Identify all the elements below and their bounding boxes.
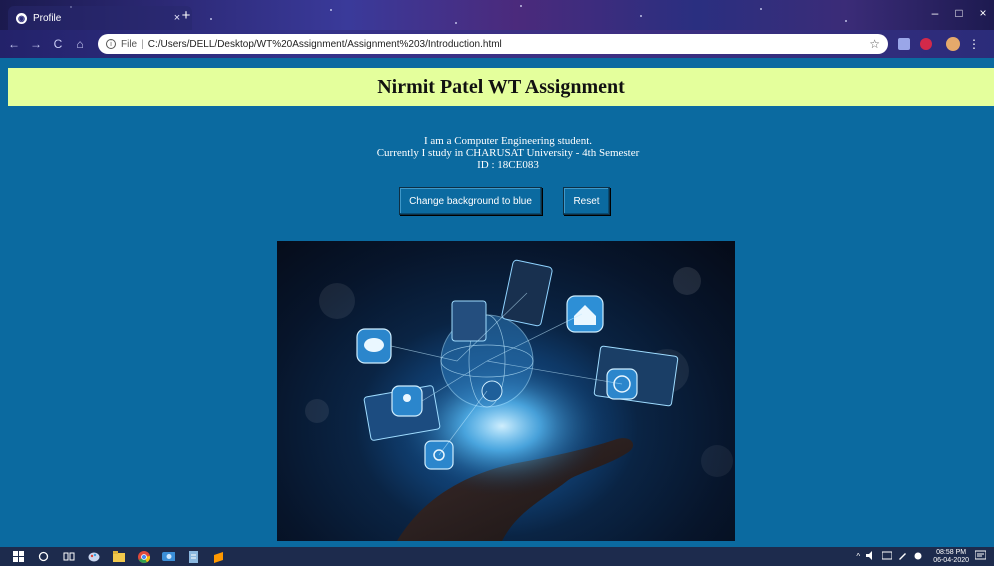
notepad-icon[interactable] xyxy=(187,550,200,563)
tray-caret-icon[interactable]: ^ xyxy=(856,552,860,561)
task-view-icon[interactable] xyxy=(62,550,75,563)
url-text[interactable]: C:/Users/DELL/Desktop/WT%20Assignment/As… xyxy=(148,39,870,50)
browser-tab-strip: ◉ Profile × + – □ × xyxy=(0,0,994,30)
url-scheme: File xyxy=(121,38,138,50)
reload-button[interactable]: C xyxy=(50,37,66,51)
chrome-icon: ◉ xyxy=(16,12,27,24)
clock-date: 06-04-2020 xyxy=(933,556,969,564)
window-close-button[interactable]: × xyxy=(972,6,994,20)
page-header: Nirmit Patel WT Assignment xyxy=(8,68,994,106)
pen-icon[interactable] xyxy=(898,551,907,562)
notifications-icon[interactable] xyxy=(974,550,987,563)
page-body: Nirmit Patel WT Assignment I am a Comput… xyxy=(0,58,994,547)
home-button[interactable]: ⌂ xyxy=(72,37,88,51)
photos-icon[interactable] xyxy=(162,550,175,563)
tab-title: Profile xyxy=(33,12,62,24)
tab-profile[interactable]: ◉ Profile × xyxy=(8,6,192,30)
info-icon[interactable]: i xyxy=(106,39,116,49)
profile-avatar[interactable] xyxy=(946,37,960,51)
chrome-icon[interactable] xyxy=(137,550,150,563)
url-separator: | xyxy=(141,38,144,50)
hero-image xyxy=(277,241,735,541)
forward-button[interactable]: → xyxy=(28,37,44,51)
clock[interactable]: 08:58 PM 06-04-2020 xyxy=(933,549,969,565)
onedrive-icon[interactable] xyxy=(913,552,923,562)
system-tray: ^ 08:58 PM 06-04-2020 xyxy=(850,547,987,566)
button-row: Change background to blue Reset xyxy=(0,187,994,215)
clock-time: 08:58 PM xyxy=(936,548,967,556)
extension-icon[interactable] xyxy=(898,38,910,50)
reset-button[interactable]: Reset xyxy=(563,187,610,215)
windows-start-icon[interactable] xyxy=(12,550,25,563)
technology-network-illustration xyxy=(305,259,733,541)
browser-toolbar: ← → C ⌂ i File | C:/Users/DELL/Desktop/W… xyxy=(0,30,994,58)
paint-icon[interactable] xyxy=(87,550,100,563)
intro-text: I am a Computer Engineering student. Cur… xyxy=(0,135,994,171)
intro-line: Currently I study in CHARUSAT University… xyxy=(376,147,640,159)
windows-taskbar: ^ 08:58 PM 06-04-2020 xyxy=(0,547,994,566)
intro-line: ID : 18CE083 xyxy=(477,159,539,171)
page-title: Nirmit Patel WT Assignment xyxy=(377,75,625,98)
back-button[interactable]: ← xyxy=(6,37,22,51)
menu-icon[interactable]: ⋮ xyxy=(968,37,980,51)
maximize-button[interactable]: □ xyxy=(948,6,970,20)
intro-line: I am a Computer Engineering student. xyxy=(423,135,592,147)
file-explorer-icon[interactable] xyxy=(112,550,125,563)
address-bar[interactable]: i File | C:/Users/DELL/Desktop/WT%20Assi… xyxy=(98,34,888,54)
minimize-button[interactable]: – xyxy=(924,6,946,20)
search-icon[interactable] xyxy=(37,550,50,563)
bookmark-star-icon[interactable]: ☆ xyxy=(869,37,880,51)
new-tab-button[interactable]: + xyxy=(178,7,194,24)
speaker-icon[interactable] xyxy=(866,551,876,562)
sublime-text-icon[interactable] xyxy=(212,550,225,563)
network-icon[interactable] xyxy=(881,551,893,562)
change-background-button[interactable]: Change background to blue xyxy=(399,187,542,215)
extension-icon[interactable] xyxy=(920,38,932,50)
